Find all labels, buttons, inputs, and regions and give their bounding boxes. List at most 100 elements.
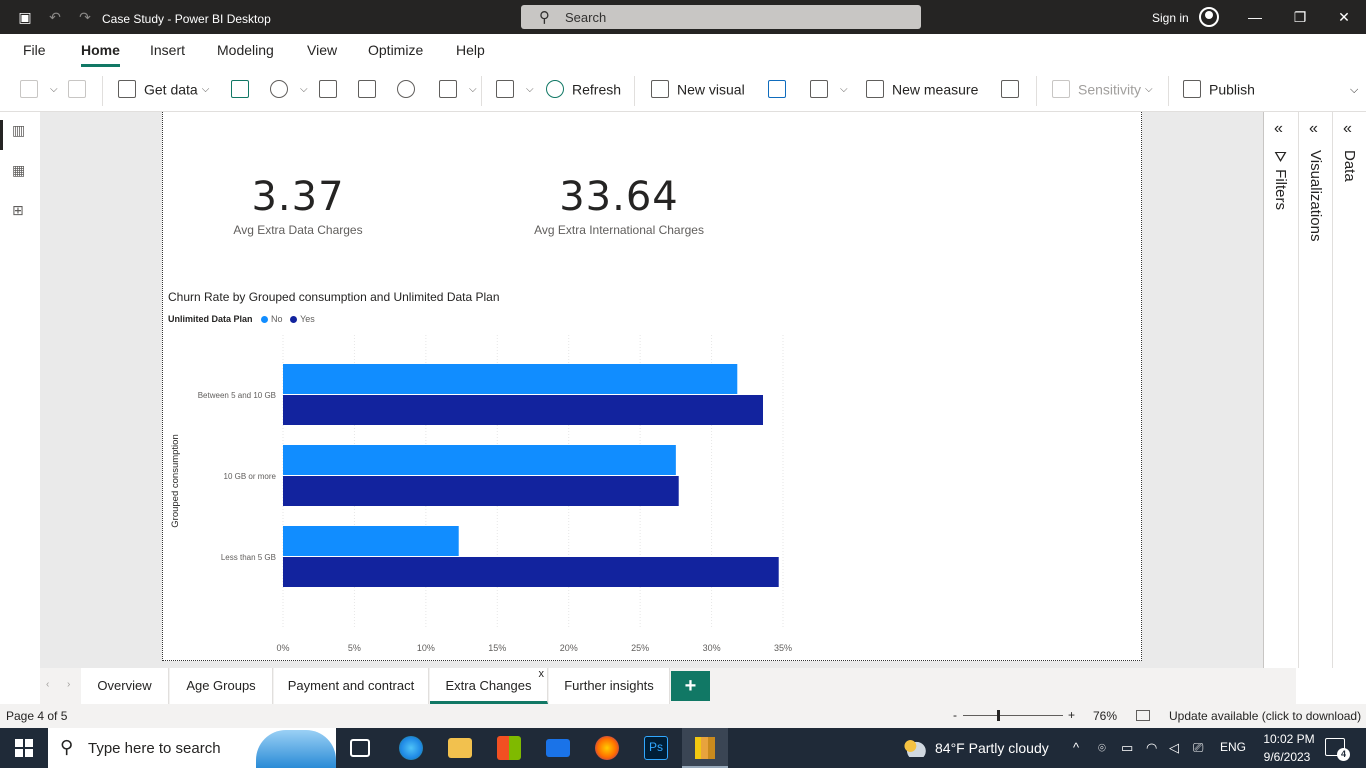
paste-button[interactable]: ⌵ — [20, 80, 58, 102]
windows-start-icon[interactable] — [15, 739, 33, 757]
new-measure-button[interactable]: New measure — [866, 80, 978, 102]
get-data-button[interactable]: Get data ⌵ — [118, 80, 209, 102]
prev-page-icon[interactable]: ‹ — [46, 679, 49, 690]
zoom-in-button[interactable]: + — [1068, 708, 1075, 722]
ribbon-collapse-icon[interactable]: ⌵ — [1350, 84, 1358, 106]
battery-icon[interactable]: ▭ — [1121, 740, 1133, 756]
file-explorer-icon[interactable] — [448, 738, 472, 758]
volume-icon[interactable]: ◁ — [1169, 740, 1179, 756]
notification-count: 4 — [1337, 748, 1350, 761]
expand-filters-icon[interactable]: « — [1274, 120, 1283, 138]
zoom-level[interactable]: 76% — [1093, 709, 1117, 723]
zoom-slider[interactable] — [963, 715, 1063, 716]
sql-button[interactable] — [319, 80, 345, 102]
close-icon[interactable]: ✕ — [1335, 8, 1353, 26]
more-visuals-button[interactable]: ⌵ — [810, 80, 848, 102]
weather-text[interactable]: 84°F Partly cloudy — [935, 740, 1049, 756]
refresh-button[interactable]: Refresh — [546, 80, 621, 102]
report-view-icon[interactable]: ▥ — [12, 122, 30, 138]
task-view-icon[interactable] — [350, 739, 370, 757]
fit-to-page-icon[interactable] — [1136, 710, 1150, 721]
legend-label-no[interactable]: No — [271, 314, 283, 324]
minimize-icon[interactable]: — — [1246, 8, 1264, 26]
store-icon[interactable] — [497, 736, 521, 760]
update-available-link[interactable]: Update available (click to download) — [1169, 709, 1361, 723]
bar-yes[interactable] — [283, 395, 763, 425]
menu-file[interactable]: File — [23, 42, 46, 58]
text-box-button[interactable] — [768, 80, 794, 102]
table-view-icon[interactable]: ▦ — [12, 162, 30, 178]
show-hidden-icons-icon[interactable]: ^ — [1073, 740, 1079, 755]
card-label-extra-intl: Avg Extra International Charges — [534, 223, 704, 237]
new-visual-button[interactable]: New visual — [651, 80, 745, 102]
data-pane[interactable]: « Data — [1332, 112, 1366, 668]
zoom-slider-thumb[interactable] — [997, 710, 1000, 721]
bar-no[interactable] — [283, 445, 676, 475]
meet-now-icon[interactable]: ⌾ — [1098, 740, 1106, 756]
bar-chart[interactable]: 0% 5% 10% 15% 20% 25% 30% 35% Between 5 and 10 G… — [163, 327, 863, 657]
save-icon[interactable]: ▣ — [16, 8, 34, 26]
zoom-out-button[interactable]: - — [953, 708, 957, 722]
bar-yes[interactable] — [283, 557, 779, 587]
filters-pane[interactable]: « ⛛ Filters — [1264, 112, 1298, 668]
taskbar-search-input[interactable]: ⚲ Type here to search — [48, 728, 336, 768]
tab-extra-changes[interactable]: Extra Changes x — [430, 668, 548, 704]
bar-yes[interactable] — [283, 476, 679, 506]
undo-icon[interactable]: ↶ — [46, 8, 64, 26]
ribbon-divider — [1036, 76, 1037, 106]
display-icon[interactable]: ⎚ — [1193, 740, 1203, 756]
status-bar: Page 4 of 5 - + 76% Update available (cl… — [0, 704, 1366, 728]
close-tab-icon[interactable]: x — [539, 656, 545, 692]
expand-data-icon[interactable]: « — [1343, 120, 1352, 138]
onelake-button[interactable]: ⌵ — [270, 80, 308, 102]
sign-in-link[interactable]: Sign in — [1152, 11, 1189, 25]
menu-home[interactable]: Home — [81, 42, 120, 67]
transform-data-button[interactable]: ⌵ — [496, 80, 534, 102]
firefox-icon[interactable] — [595, 736, 619, 760]
redo-icon[interactable]: ↷ — [76, 8, 94, 26]
legend-label-yes[interactable]: Yes — [300, 314, 315, 324]
quick-measure-button[interactable] — [1001, 80, 1027, 102]
menu-modeling[interactable]: Modeling — [217, 42, 274, 58]
dataverse-icon — [397, 80, 415, 99]
photoshop-icon[interactable]: Ps — [644, 736, 668, 760]
account-icon[interactable] — [1199, 7, 1219, 27]
tab-payment-contract[interactable]: Payment and contract — [274, 668, 429, 704]
next-page-icon[interactable]: › — [67, 679, 70, 690]
recent-sources-button[interactable]: ⌵ — [439, 80, 477, 102]
menu-optimize[interactable]: Optimize — [368, 42, 423, 58]
search-input[interactable]: ⚲ Search — [521, 5, 921, 29]
notifications-icon[interactable]: 4 — [1325, 738, 1350, 761]
add-page-button[interactable]: + — [671, 671, 710, 701]
tab-further-insights[interactable]: Further insights — [549, 668, 670, 704]
tab-age-groups[interactable]: Age Groups — [170, 668, 273, 704]
tab-overview[interactable]: Overview — [81, 668, 169, 704]
enter-data-button[interactable] — [358, 80, 384, 102]
calculator-icon — [866, 80, 884, 99]
active-view-indicator — [0, 120, 3, 150]
language-indicator[interactable]: ENG — [1220, 740, 1246, 754]
bar-no[interactable] — [283, 364, 738, 394]
edge-icon[interactable] — [399, 736, 423, 760]
menu-view[interactable]: View — [307, 42, 337, 58]
clock-time[interactable]: 10:02 PM — [1259, 732, 1319, 746]
y-axis-title: Grouped consumption — [170, 434, 181, 527]
model-view-icon[interactable]: ⊞ — [12, 202, 30, 218]
bar-no[interactable] — [283, 526, 459, 556]
wifi-icon[interactable]: ◠ — [1146, 740, 1157, 756]
mail-icon[interactable] — [546, 739, 570, 757]
publish-button[interactable]: Publish — [1183, 80, 1255, 102]
menu-help[interactable]: Help — [456, 42, 485, 58]
restore-icon[interactable]: ❐ — [1291, 8, 1309, 26]
sensitivity-button[interactable]: Sensitivity ⌵ — [1052, 80, 1153, 102]
visualizations-pane[interactable]: « Visualizations — [1298, 112, 1332, 668]
recent-sources-icon — [439, 80, 457, 99]
dataverse-button[interactable] — [397, 80, 423, 102]
clock-date[interactable]: 9/6/2023 — [1257, 750, 1317, 764]
card-value-extra-intl: 33.64 — [559, 174, 679, 220]
menu-insert[interactable]: Insert — [150, 42, 185, 58]
expand-visualizations-icon[interactable]: « — [1309, 120, 1318, 138]
excel-button[interactable] — [231, 80, 257, 102]
format-painter-button[interactable] — [68, 80, 94, 102]
power-bi-taskbar-button[interactable] — [682, 728, 728, 768]
